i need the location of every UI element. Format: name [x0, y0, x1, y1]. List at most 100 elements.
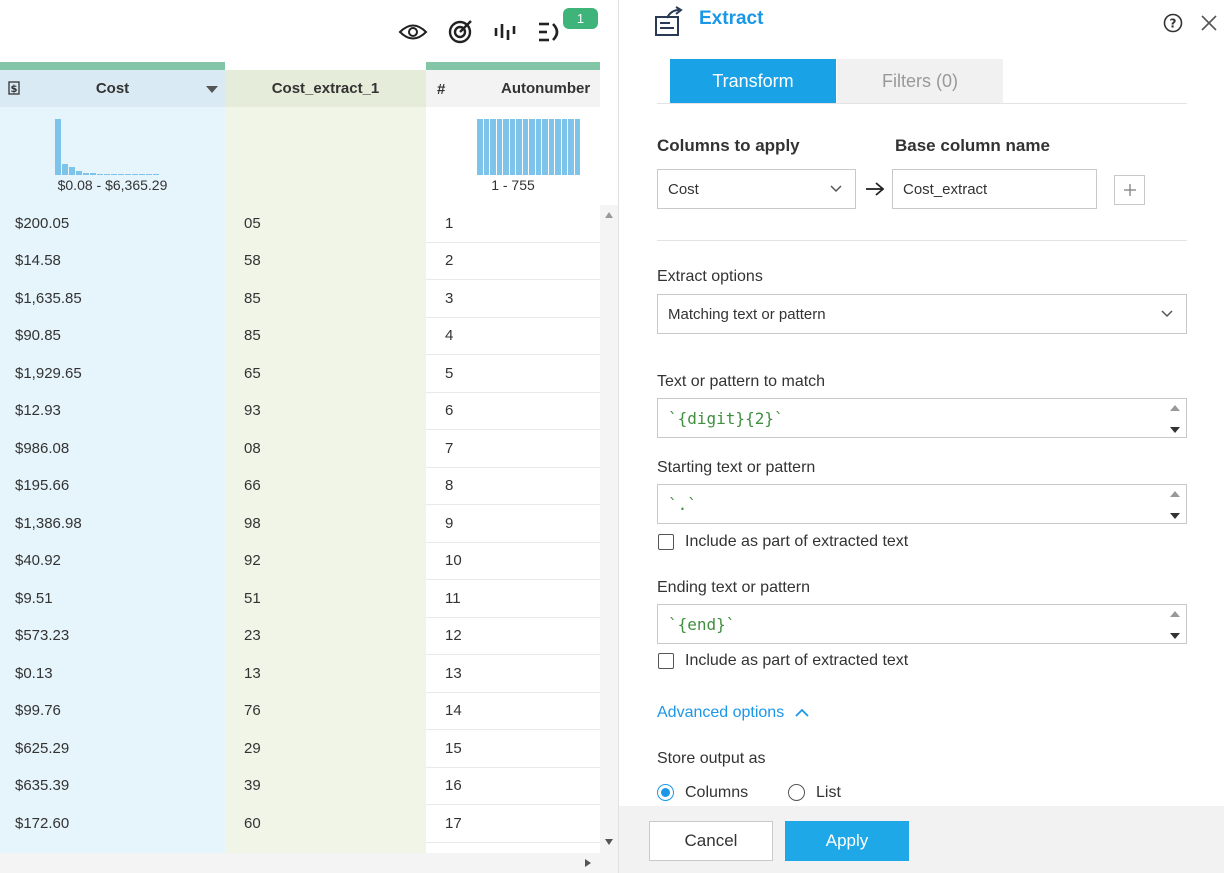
- vertical-scrollbar[interactable]: [600, 205, 618, 853]
- advanced-options-toggle[interactable]: Advanced options: [657, 704, 810, 722]
- table-cell[interactable]: $14.58: [0, 243, 225, 280]
- table-cell[interactable]: $625.29: [0, 730, 225, 768]
- close-icon[interactable]: [1199, 13, 1219, 38]
- table-cell[interactable]: $9.51: [0, 580, 225, 618]
- table-cell[interactable]: 76: [225, 693, 426, 730]
- column-header-autonumber[interactable]: # Autonumber: [426, 70, 600, 107]
- table-cell[interactable]: 66: [225, 468, 426, 505]
- table-cell[interactable]: 10: [426, 543, 600, 580]
- table-cell[interactable]: $200.05: [0, 205, 225, 243]
- store-columns-radio[interactable]: [657, 784, 674, 801]
- table-cell[interactable]: 29: [225, 730, 426, 768]
- apply-button[interactable]: Apply: [785, 821, 909, 861]
- include-end-label: Include as part of extracted text: [685, 652, 909, 669]
- table-cell[interactable]: $1,929.65: [0, 355, 225, 393]
- table-cell[interactable]: 58: [225, 243, 426, 280]
- column-header-cost[interactable]: $ Cost: [0, 70, 225, 107]
- table-cell[interactable]: $986.08: [0, 430, 225, 468]
- include-end-checkbox[interactable]: [658, 653, 674, 669]
- table-cell[interactable]: 51: [225, 580, 426, 618]
- table-cell[interactable]: $172.60: [0, 805, 225, 843]
- histogram-bar: [483, 119, 489, 175]
- table-cell[interactable]: 4: [426, 318, 600, 355]
- table-cell[interactable]: 9: [426, 505, 600, 543]
- table-cell[interactable]: 85: [225, 318, 426, 355]
- table-cell[interactable]: $195.66: [0, 468, 225, 505]
- number-type-icon: #: [437, 81, 446, 98]
- table-cell[interactable]: $12.93: [0, 393, 225, 430]
- table-cell[interactable]: 39: [225, 768, 426, 805]
- columns-to-apply-select[interactable]: Cost: [657, 169, 856, 209]
- resize-handle[interactable]: [1170, 405, 1180, 433]
- table-cell[interactable]: $635.39: [0, 768, 225, 805]
- histogram-bar: [568, 119, 574, 175]
- table-cell[interactable]: 16: [426, 768, 600, 805]
- table-cell[interactable]: 6: [426, 393, 600, 430]
- table-cell[interactable]: $1,635.85: [0, 280, 225, 318]
- table-cell[interactable]: $40.92: [0, 543, 225, 580]
- pulse-icon[interactable]: [490, 18, 522, 46]
- table-cell[interactable]: 7: [426, 430, 600, 468]
- histogram-bar: [548, 119, 554, 175]
- column-header-cost-extract-1[interactable]: Cost_extract_1: [225, 70, 426, 107]
- table-cell[interactable]: 2: [426, 243, 600, 280]
- table-cell[interactable]: 85: [225, 280, 426, 318]
- base-column-name-input[interactable]: Cost_extract: [892, 169, 1097, 209]
- chevron-down-icon: [829, 182, 843, 200]
- steps-count-badge[interactable]: 1: [563, 8, 598, 29]
- extract-options-select[interactable]: Matching text or pattern: [657, 294, 1187, 334]
- chevron-down-icon: [1160, 307, 1174, 325]
- table-cell[interactable]: 8: [426, 468, 600, 505]
- target-icon[interactable]: [444, 18, 476, 46]
- table-cell[interactable]: $573.23: [0, 618, 225, 655]
- add-column-button[interactable]: [1114, 175, 1145, 205]
- store-list-radio[interactable]: [788, 784, 805, 801]
- table-cell[interactable]: $1,386.98: [0, 505, 225, 543]
- extract-options-label: Extract options: [657, 268, 763, 285]
- steps-icon[interactable]: [534, 18, 566, 46]
- column-menu-icon[interactable]: [206, 86, 218, 93]
- table-cell[interactable]: 13: [426, 655, 600, 693]
- table-cell[interactable]: $90.85: [0, 318, 225, 355]
- table-cell[interactable]: 60: [225, 805, 426, 843]
- starting-pattern-input[interactable]: `.`: [657, 484, 1187, 524]
- horizontal-scrollbar[interactable]: [0, 853, 618, 873]
- table-cell[interactable]: 12: [426, 618, 600, 655]
- ending-pattern-input[interactable]: `{end}`: [657, 604, 1187, 644]
- resize-handle[interactable]: [1170, 491, 1180, 519]
- table-cell[interactable]: 92: [225, 543, 426, 580]
- table-cell[interactable]: 3: [426, 280, 600, 318]
- tab-transform[interactable]: Transform: [670, 59, 836, 103]
- table-cell[interactable]: 14: [426, 693, 600, 730]
- arrow-right-icon: [865, 181, 885, 202]
- svg-text:?: ?: [1170, 17, 1177, 31]
- table-cell[interactable]: $0.13: [0, 655, 225, 693]
- table-cell[interactable]: 1: [426, 205, 600, 243]
- column-name: Cost_extract_1: [271, 80, 380, 97]
- column-histogram: $0.08 - $6,365.29: [0, 107, 225, 205]
- eye-icon[interactable]: [397, 18, 429, 46]
- pattern-to-match-input[interactable]: `{digit}{2}`: [657, 398, 1187, 438]
- data-grid: 1 $ Cost $0.08 - $6,365.29 $200.05 $14.5…: [0, 0, 618, 873]
- histogram-bar: [496, 119, 502, 175]
- histogram-bar: [542, 119, 548, 175]
- table-cell[interactable]: 17: [426, 805, 600, 843]
- table-cell[interactable]: 65: [225, 355, 426, 393]
- table-cell[interactable]: $99.76: [0, 693, 225, 730]
- histogram-bar: [509, 119, 515, 175]
- help-icon[interactable]: ?: [1163, 13, 1183, 38]
- table-cell[interactable]: 05: [225, 205, 426, 243]
- table-cell[interactable]: 5: [426, 355, 600, 393]
- table-cell[interactable]: 93: [225, 393, 426, 430]
- tab-filters[interactable]: Filters (0): [837, 59, 1003, 103]
- include-start-checkbox[interactable]: [658, 534, 674, 550]
- base-column-name-label: Base column name: [895, 136, 1050, 155]
- resize-handle[interactable]: [1170, 611, 1180, 639]
- table-cell[interactable]: 15: [426, 730, 600, 768]
- table-cell[interactable]: 11: [426, 580, 600, 618]
- table-cell[interactable]: 98: [225, 505, 426, 543]
- table-cell[interactable]: 23: [225, 618, 426, 655]
- cancel-button[interactable]: Cancel: [649, 821, 773, 861]
- table-cell[interactable]: 08: [225, 430, 426, 468]
- table-cell[interactable]: 13: [225, 655, 426, 693]
